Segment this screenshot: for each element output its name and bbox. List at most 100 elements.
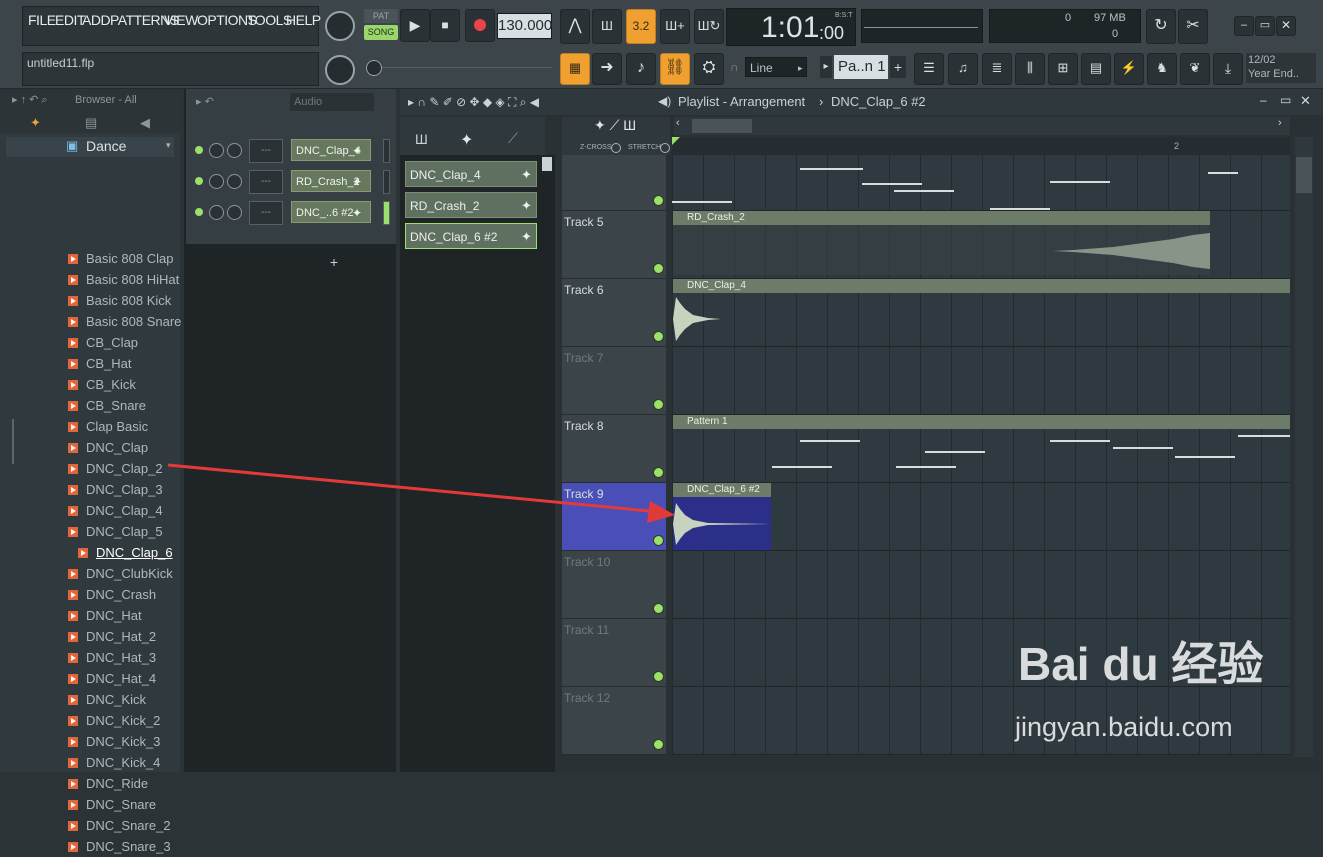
master-pitch-knob[interactable]	[325, 55, 355, 85]
track-header[interactable]	[562, 155, 666, 211]
browser-item[interactable]: DNC_Clap_5	[68, 521, 163, 542]
browser-item[interactable]: CB_Clap	[68, 332, 138, 353]
browser-item[interactable]: DNC_Clap_4	[68, 500, 163, 521]
pitch-slider-handle[interactable]	[366, 60, 382, 76]
track-header[interactable]: Track 11	[562, 619, 666, 687]
playlist-tool-icons[interactable]: ▸ ∩ ✎ ✐ ⊘ ✥ ◆ ◈ ⛶ ⌕ ◀	[408, 95, 539, 110]
play-button[interactable]: ▶	[400, 9, 430, 42]
file-filter-icon[interactable]: ▤	[85, 115, 97, 131]
browser-item[interactable]: DNC_Kick	[68, 689, 146, 710]
tempo-tapper-button[interactable]: ♞	[1147, 53, 1177, 85]
clip-rd-crash-2[interactable]: RD_Crash_2	[673, 211, 1210, 225]
track-enable-led[interactable]	[653, 263, 664, 274]
channel-name-button[interactable]: RD_Crash_2 ✦	[291, 170, 371, 192]
menu-help[interactable]: HELP	[286, 12, 321, 28]
browser-item[interactable]: DNC_Kick_4	[68, 752, 160, 773]
tophat-button[interactable]: ⛭	[694, 53, 724, 85]
stop-button[interactable]: ■	[430, 9, 460, 42]
channel-select-indicator[interactable]	[383, 139, 390, 163]
channel-volume-knob[interactable]	[227, 205, 242, 220]
channel-select-indicator[interactable]	[383, 170, 390, 194]
tempo-display[interactable]: 130.000	[497, 13, 552, 39]
channel-rack-button[interactable]: ≣	[982, 53, 1012, 85]
track-enable-led[interactable]	[653, 603, 664, 614]
menu-tools[interactable]: TOOLS	[247, 12, 292, 28]
browser-item[interactable]: Clap Basic	[68, 416, 148, 437]
overview-bar[interactable]: ‹ ›	[674, 117, 1290, 135]
channel-row[interactable]: --- RD_Crash_2 ✦	[195, 170, 390, 194]
browser-item[interactable]: DNC_Snare	[68, 794, 156, 815]
browser-item[interactable]: DNC_Clap_6	[78, 542, 173, 563]
mixer-track-slot[interactable]: ---	[249, 170, 283, 194]
channel-mute-led[interactable]	[195, 146, 203, 154]
browser-item[interactable]: DNC_Hat_4	[68, 668, 156, 689]
picker-clip[interactable]: DNC_Clap_6 #2 ✦	[405, 223, 537, 249]
channel-name-button[interactable]: DNC_Clap_4 ✦	[291, 139, 371, 161]
master-volume-knob[interactable]	[325, 11, 355, 41]
touch-controller-button[interactable]: ❦	[1180, 53, 1210, 85]
next-arrow-button[interactable]: ➜	[592, 53, 622, 85]
snap-select[interactable]: Line ▸	[745, 57, 807, 77]
browser-item[interactable]: DNC_Snare_3	[68, 836, 171, 857]
picker-scroll-handle[interactable]	[542, 157, 552, 171]
mixer-track-slot[interactable]: ---	[249, 201, 283, 225]
channel-filter-select[interactable]: Audio	[290, 93, 374, 111]
browser-window-button[interactable]: ⊞	[1048, 53, 1078, 85]
window-maximize-icon[interactable]: ▭	[1280, 93, 1291, 107]
browser-item[interactable]: DNC_Kick_2	[68, 710, 160, 731]
track-header[interactable]: Track 5	[562, 211, 666, 279]
channel-pan-knob[interactable]	[209, 174, 224, 189]
browser-item[interactable]: CB_Snare	[68, 395, 146, 416]
playlist-window-button[interactable]: ☰	[914, 53, 944, 85]
browser-item[interactable]: DNC_Ride	[68, 773, 148, 794]
step-edit-button[interactable]: Ш+	[660, 9, 690, 44]
track-enable-led[interactable]	[653, 399, 664, 410]
channel-name-button[interactable]: DNC_..6 #2 ✦	[291, 201, 371, 223]
speaker-filter-icon[interactable]: ◀	[140, 115, 150, 131]
channel-volume-knob[interactable]	[227, 174, 242, 189]
waveform-filter-icon[interactable]: ✦	[30, 115, 41, 131]
menu-edit[interactable]: EDIT	[55, 12, 85, 28]
countdown-button[interactable]: 3.2	[626, 9, 656, 44]
scroll-left-icon[interactable]: ‹	[676, 117, 680, 129]
metronome-button[interactable]: ⋀	[560, 9, 590, 44]
browser-item[interactable]: Basic 808 HiHat	[68, 269, 179, 290]
browser-item[interactable]: CB_Kick	[68, 374, 136, 395]
browser-item[interactable]: CB_Hat	[68, 353, 132, 374]
pattern-prev-button[interactable]: ▸	[820, 56, 832, 78]
channel-row[interactable]: --- DNC_Clap_4 ✦	[195, 139, 390, 163]
track-lane[interactable]	[672, 155, 1290, 211]
overview-handle[interactable]	[692, 119, 752, 133]
menu-view[interactable]: VIEW	[164, 12, 198, 28]
browser-item[interactable]: DNC_Hat_3	[68, 647, 156, 668]
time-display[interactable]: 1:01 :00 B:S:T	[726, 8, 856, 46]
track-lane[interactable]	[672, 347, 1290, 415]
scrollbar-thumb[interactable]	[1296, 157, 1312, 193]
browser-item[interactable]: DNC_Clap	[68, 437, 148, 458]
channel-select-indicator[interactable]	[383, 201, 390, 225]
piano-icon[interactable]: Ш	[415, 131, 428, 147]
browser-item[interactable]: Basic 808 Kick	[68, 290, 171, 311]
window-minimize-icon[interactable]: ‒	[1260, 93, 1267, 107]
browser-item[interactable]: DNC_Crash	[68, 584, 156, 605]
stretch-toggle[interactable]	[660, 143, 670, 153]
channel-row[interactable]: --- DNC_..6 #2 ✦	[195, 201, 390, 225]
wait-input-button[interactable]: Ш	[592, 9, 622, 44]
timeline-ruler[interactable]: 2	[672, 137, 1290, 155]
pat-mode-toggle[interactable]: PAT	[364, 9, 398, 23]
link-button[interactable]: ⛓	[660, 53, 690, 85]
maximize-button[interactable]: ▭	[1255, 16, 1275, 36]
browser-item[interactable]: DNC_Snare_2	[68, 815, 171, 836]
loop-record-button[interactable]: Ш↻	[694, 9, 724, 44]
channel-pan-knob[interactable]	[209, 205, 224, 220]
automation-icon[interactable]: ⟋	[508, 130, 518, 147]
audio-clip-icon[interactable]: ✦	[460, 130, 473, 150]
track-enable-led[interactable]	[653, 331, 664, 342]
browser-item[interactable]: DNC_Clap_3	[68, 479, 163, 500]
reset-button[interactable]: ↻	[1146, 9, 1176, 44]
record-button[interactable]	[465, 9, 495, 42]
browser-item[interactable]: Basic 808 Snare	[68, 311, 181, 332]
browser-item[interactable]: DNC_Clap_2	[68, 458, 163, 479]
playhead-marker[interactable]	[672, 137, 680, 145]
typing-keyboard-button[interactable]: ▦	[560, 53, 590, 85]
